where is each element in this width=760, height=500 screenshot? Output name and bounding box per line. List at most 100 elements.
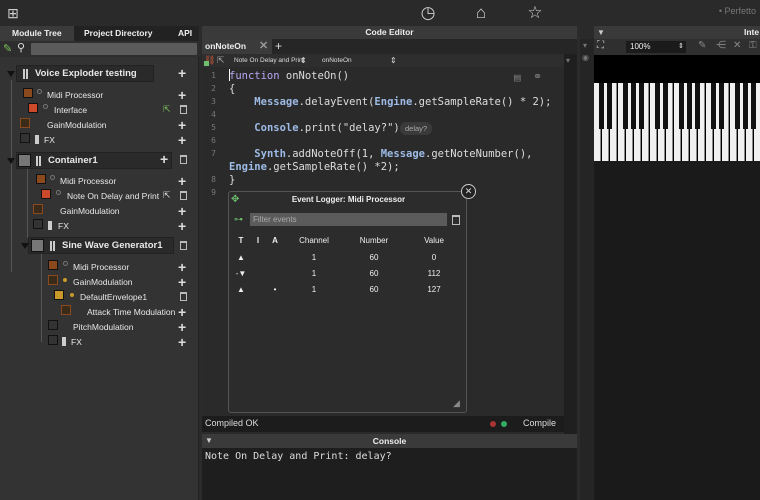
- add-child-icon[interactable]: +: [178, 66, 186, 80]
- table-row[interactable]: -▼ 1 60 112: [233, 266, 463, 281]
- add-child-icon[interactable]: +: [178, 335, 186, 349]
- add-child-icon[interactable]: +: [178, 320, 186, 334]
- tree-item-midi-processor[interactable]: Midi Processor: [60, 174, 116, 189]
- document-icon[interactable]: ▤: [514, 71, 521, 84]
- lock-icon[interactable]: ⚿: [749, 40, 757, 51]
- add-child-icon[interactable]: +: [178, 118, 186, 132]
- add-child-icon[interactable]: +: [160, 152, 168, 166]
- share-icon[interactable]: ⋲: [716, 40, 726, 51]
- black-key[interactable]: [631, 83, 636, 129]
- tree-item-fx[interactable]: FX: [44, 133, 55, 148]
- black-key[interactable]: [639, 83, 644, 129]
- open-external-icon[interactable]: ⇱: [163, 190, 171, 201]
- add-module-icon[interactable]: ⊞: [3, 3, 23, 23]
- tree-item-midi-processor[interactable]: Midi Processor: [73, 260, 129, 275]
- add-child-icon[interactable]: +: [178, 133, 186, 147]
- add-child-icon[interactable]: +: [178, 305, 186, 319]
- black-key[interactable]: [655, 83, 660, 129]
- console-output[interactable]: Note On Delay and Print: delay?: [202, 448, 577, 500]
- add-child-icon[interactable]: +: [178, 88, 186, 102]
- black-key[interactable]: [663, 83, 668, 129]
- zoom-fit-icon[interactable]: ⛶: [597, 40, 604, 51]
- collapse-arrow-icon[interactable]: [7, 158, 15, 164]
- edit-icon[interactable]: ✎: [698, 40, 706, 51]
- black-key[interactable]: [607, 83, 612, 129]
- bypass-dot-icon[interactable]: [50, 175, 55, 180]
- pin-icon[interactable]: ▾: [583, 41, 587, 50]
- delete-icon[interactable]: [180, 105, 187, 114]
- add-child-icon[interactable]: +: [178, 260, 186, 274]
- tab-onnoteon[interactable]: onNoteOn ✕: [202, 39, 272, 54]
- tree-item-voice-exploder[interactable]: Voice Exploder testing: [35, 66, 137, 81]
- bypass-dot-icon[interactable]: [43, 104, 48, 109]
- pencil-icon[interactable]: ✎: [3, 42, 12, 55]
- filter-events-input[interactable]: Filter events: [250, 213, 447, 226]
- connect-icon[interactable]: ⊶: [234, 214, 243, 225]
- black-key[interactable]: [719, 83, 724, 129]
- compile-button[interactable]: Compile: [523, 418, 556, 428]
- bypass-dot-icon[interactable]: [63, 261, 68, 266]
- tree-item-interface[interactable]: Interface: [54, 103, 87, 118]
- add-child-icon[interactable]: +: [178, 204, 186, 218]
- tab-module-tree[interactable]: Module Tree: [0, 26, 74, 41]
- resize-handle-icon[interactable]: ◢: [453, 398, 460, 409]
- tree-item-note-on-delay[interactable]: Note On Delay and Print: [67, 189, 159, 204]
- delete-icon[interactable]: [180, 241, 187, 250]
- callback-selector[interactable]: onNoteOn: [322, 54, 352, 67]
- add-child-icon[interactable]: +: [178, 219, 186, 233]
- perfetto-label[interactable]: • Perfetto: [719, 6, 756, 16]
- table-row[interactable]: ▲ 1 60 0: [233, 250, 463, 265]
- binoculars-icon[interactable]: ⚭: [533, 70, 542, 83]
- tree-item-gain-modulation[interactable]: GainModulation: [47, 118, 107, 133]
- black-key[interactable]: [695, 83, 700, 129]
- collapse-interface-icon[interactable]: ▼: [597, 26, 605, 39]
- zoom-selector[interactable]: 100% ⇕: [626, 41, 686, 53]
- collapse-console-icon[interactable]: ▼: [205, 434, 213, 448]
- clear-log-icon[interactable]: [452, 215, 460, 225]
- tab-api[interactable]: API: [166, 26, 199, 41]
- collapse-arrow-icon[interactable]: [7, 71, 15, 77]
- tree-item-attack-time-modulation[interactable]: Attack Time Modulation: [87, 305, 175, 320]
- table-row[interactable]: ▲ • 1 60 127: [233, 282, 463, 297]
- black-key[interactable]: [679, 83, 684, 129]
- tree-item-midi-processor[interactable]: Midi Processor: [47, 88, 103, 103]
- tree-item-fx[interactable]: FX: [58, 219, 69, 234]
- tab-project-directory[interactable]: Project Directory: [74, 26, 166, 41]
- bypass-dot-icon[interactable]: [56, 190, 61, 195]
- delete-icon[interactable]: [180, 191, 187, 200]
- tree-item-sine-wave-generator[interactable]: Sine Wave Generator1: [62, 238, 163, 253]
- tree-item-gain-modulation[interactable]: GainModulation: [73, 275, 133, 290]
- bypass-dot-icon[interactable]: [37, 89, 42, 94]
- tree-search-input[interactable]: [31, 43, 197, 55]
- black-key[interactable]: [735, 83, 740, 129]
- tree-item-default-envelope[interactable]: DefaultEnvelope1: [80, 290, 147, 305]
- tree-item-fx[interactable]: FX: [71, 335, 82, 350]
- close-icon[interactable]: ✕: [461, 184, 476, 199]
- eye-icon[interactable]: ◉: [582, 53, 589, 62]
- collapse-arrow-icon[interactable]: [21, 243, 29, 249]
- black-key[interactable]: [743, 83, 748, 129]
- tree-item-gain-modulation[interactable]: GainModulation: [60, 204, 120, 219]
- cross-icon[interactable]: ✕: [733, 40, 741, 51]
- black-key[interactable]: [711, 83, 716, 129]
- open-external-icon[interactable]: ⇱: [163, 104, 171, 115]
- add-tab-icon[interactable]: +: [275, 39, 282, 53]
- black-key[interactable]: [623, 83, 628, 129]
- delete-icon[interactable]: [180, 155, 187, 164]
- piano-keyboard[interactable]: [594, 83, 760, 161]
- file-selector-arrows-icon[interactable]: ⇕: [300, 54, 307, 67]
- add-child-icon[interactable]: +: [178, 275, 186, 289]
- file-selector[interactable]: Note On Delay and Print: [234, 54, 304, 67]
- delete-icon[interactable]: [180, 292, 187, 301]
- popout-icon[interactable]: ⇱: [217, 54, 225, 67]
- tree-item-container1[interactable]: Container1: [48, 153, 98, 168]
- black-key[interactable]: [751, 83, 756, 129]
- add-child-icon[interactable]: +: [178, 174, 186, 188]
- star-icon[interactable]: ☆: [525, 3, 545, 23]
- black-key[interactable]: [599, 83, 604, 129]
- black-key[interactable]: [687, 83, 692, 129]
- pin-icon[interactable]: ▾: [566, 56, 570, 65]
- close-tab-icon[interactable]: ✕: [259, 39, 268, 54]
- callback-selector-arrows-icon[interactable]: ⇕: [390, 54, 397, 67]
- home-icon[interactable]: ⌂: [471, 3, 491, 23]
